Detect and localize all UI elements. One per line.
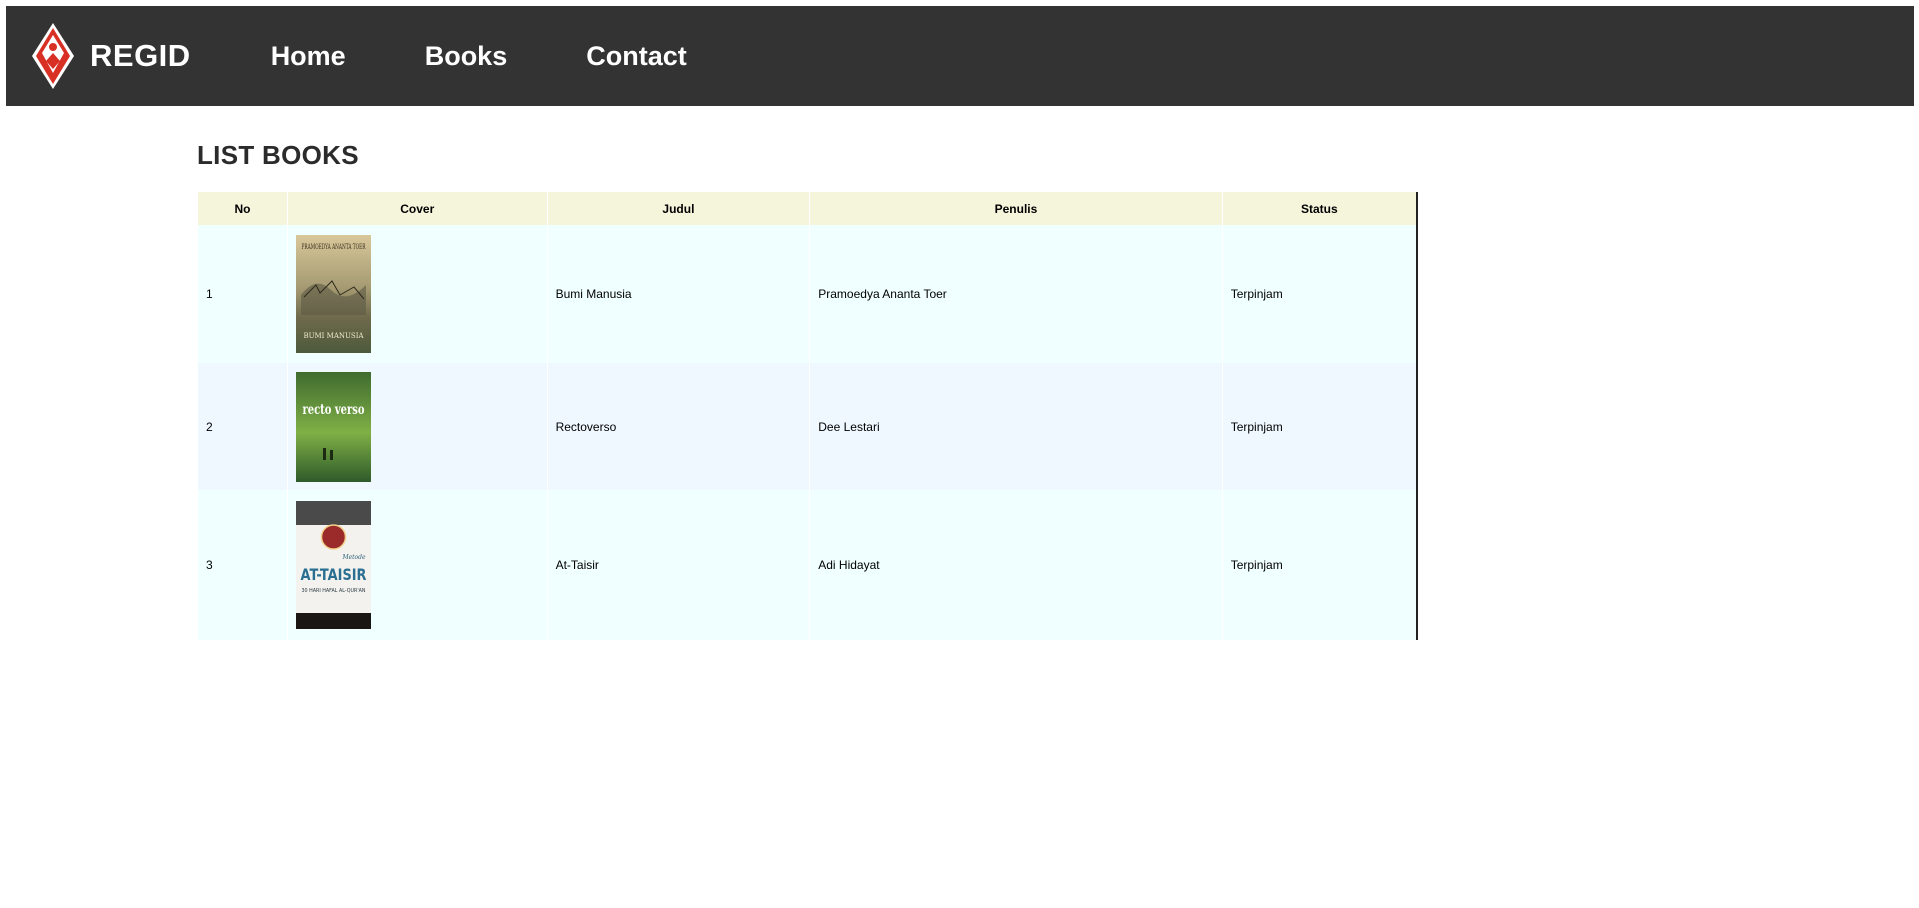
book-status: Terpinjam [1221,225,1418,363]
cover-title-text: recto verso [302,402,364,418]
cover-author-text: PRAMOEDYA ANANTA TOER [301,242,365,251]
book-author: Pramoedya Ananta Toer [809,225,1223,363]
row-number: 3 [197,490,288,640]
nav-books-link[interactable]: Books [425,41,508,72]
row-number: 1 [197,225,288,363]
row-number: 2 [197,363,288,490]
table-row: 1 PRAMOEDYA ANANTA TOER BUMI MANUSIA Bum… [197,225,1418,363]
book-title: Rectoverso [546,363,811,490]
header-status: Status [1221,192,1418,225]
navbar: REGID Home Books Contact [6,6,1914,106]
cover-cell: Metode AT-TAISIR 30 HARI HAFAL AL-QUR'AN [286,490,548,640]
book-cover-image[interactable]: PRAMOEDYA ANANTA TOER BUMI MANUSIA [295,235,371,353]
cover-kicker-text: Metode [341,554,366,561]
books-table: No Cover Judul Penulis Status 1 PRAMOEDY… [197,192,1418,640]
nav-contact-link[interactable]: Contact [586,41,687,72]
regid-logo-icon [32,23,74,89]
book-author: Dee Lestari [809,363,1223,490]
main-content: LIST BOOKS No Cover Judul Penulis Status… [197,140,1418,640]
book-title: Bumi Manusia [546,225,811,363]
book-cover-image[interactable]: Metode AT-TAISIR 30 HARI HAFAL AL-QUR'AN [295,501,371,629]
table-header-row: No Cover Judul Penulis Status [197,192,1418,225]
cover-title-text: BUMI MANUSIA [303,332,364,340]
cover-subtitle-text: 30 HARI HAFAL AL-QUR'AN [301,588,365,594]
cover-title-text: AT-TAISIR [300,565,366,584]
header-no: No [197,192,288,225]
cover-cell: recto verso [286,363,548,490]
book-author: Adi Hidayat [809,490,1223,640]
header-judul: Judul [546,192,811,225]
brand[interactable]: REGID [30,21,191,91]
table-row: 3 Metode AT-TAISIR 30 HARI HAFAL AL-QUR'… [197,490,1418,640]
header-penulis: Penulis [809,192,1223,225]
book-title: At-Taisir [546,490,811,640]
brand-name: REGID [90,38,191,73]
page-title: LIST BOOKS [197,140,359,170]
book-cover-image[interactable]: recto verso [295,371,371,482]
nav-home-link[interactable]: Home [271,41,346,72]
table-row: 2 recto verso Rectoverso Dee Lestari Ter… [197,363,1418,490]
cover-cell: PRAMOEDYA ANANTA TOER BUMI MANUSIA [286,225,548,363]
nav-links: Home Books Contact [271,41,766,72]
header-cover: Cover [286,192,548,225]
book-status: Terpinjam [1221,490,1418,640]
book-status: Terpinjam [1221,363,1418,490]
